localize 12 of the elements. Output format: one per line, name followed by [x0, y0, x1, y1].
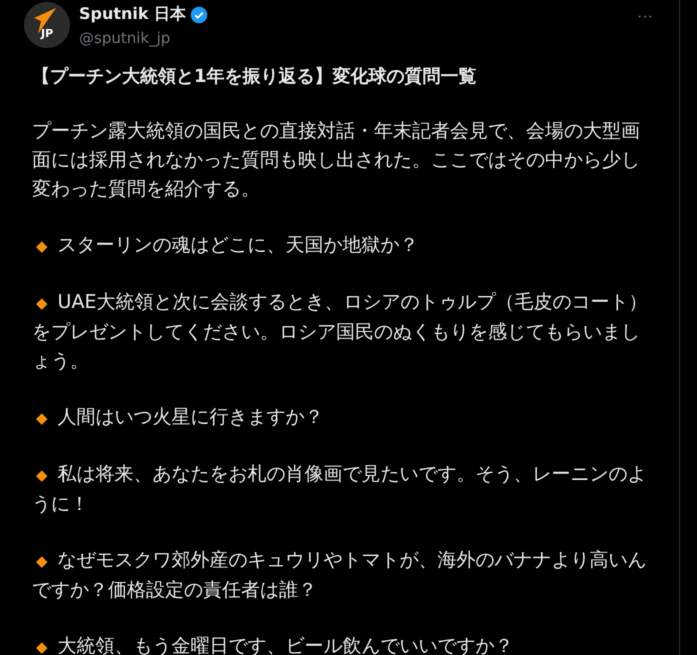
- question-text: ◆ なぜモスクワ郊外産のキュウリやトマトが、海外のバナナより高いんですか？価格設定の責任者は誰？: [32, 548, 648, 603]
- question-text: ◆ スターリンの魂はどこに、天国か地獄か？: [35, 233, 420, 258]
- post-paragraph: プーチン露大統領の国民との直接対話・年末記者会見で、会場の大型画面には採用されなかった質問も映し出された。ここではその中から少し変わった質問を紹介する。: [32, 119, 641, 202]
- avatar[interactable]: JP: [24, 2, 70, 48]
- question-text: ◆ UAE大統領と次に会談するとき、ロシアのトゥルプ（毛皮のコート）をプレゼントしてください。ロシア国民のぬくもりを感じてもらいましょう。: [32, 290, 648, 374]
- question-text: ◆ 私は将来、あなたをお札の肖像画で見たいです。そう、レーニンのように！: [32, 462, 648, 517]
- more-button[interactable]: ···: [637, 8, 653, 26]
- avatar-label: JP: [41, 27, 54, 40]
- question-text: ◆ 人間はいつ火星に行きますか？: [35, 405, 325, 430]
- author-handle: @sputnik_jp: [79, 29, 172, 47]
- post-title: 【プーチン大統領と1年を振り返る】変化球の質問一覧: [32, 65, 478, 89]
- author-name[interactable]: Sputnik 日本: [79, 4, 186, 25]
